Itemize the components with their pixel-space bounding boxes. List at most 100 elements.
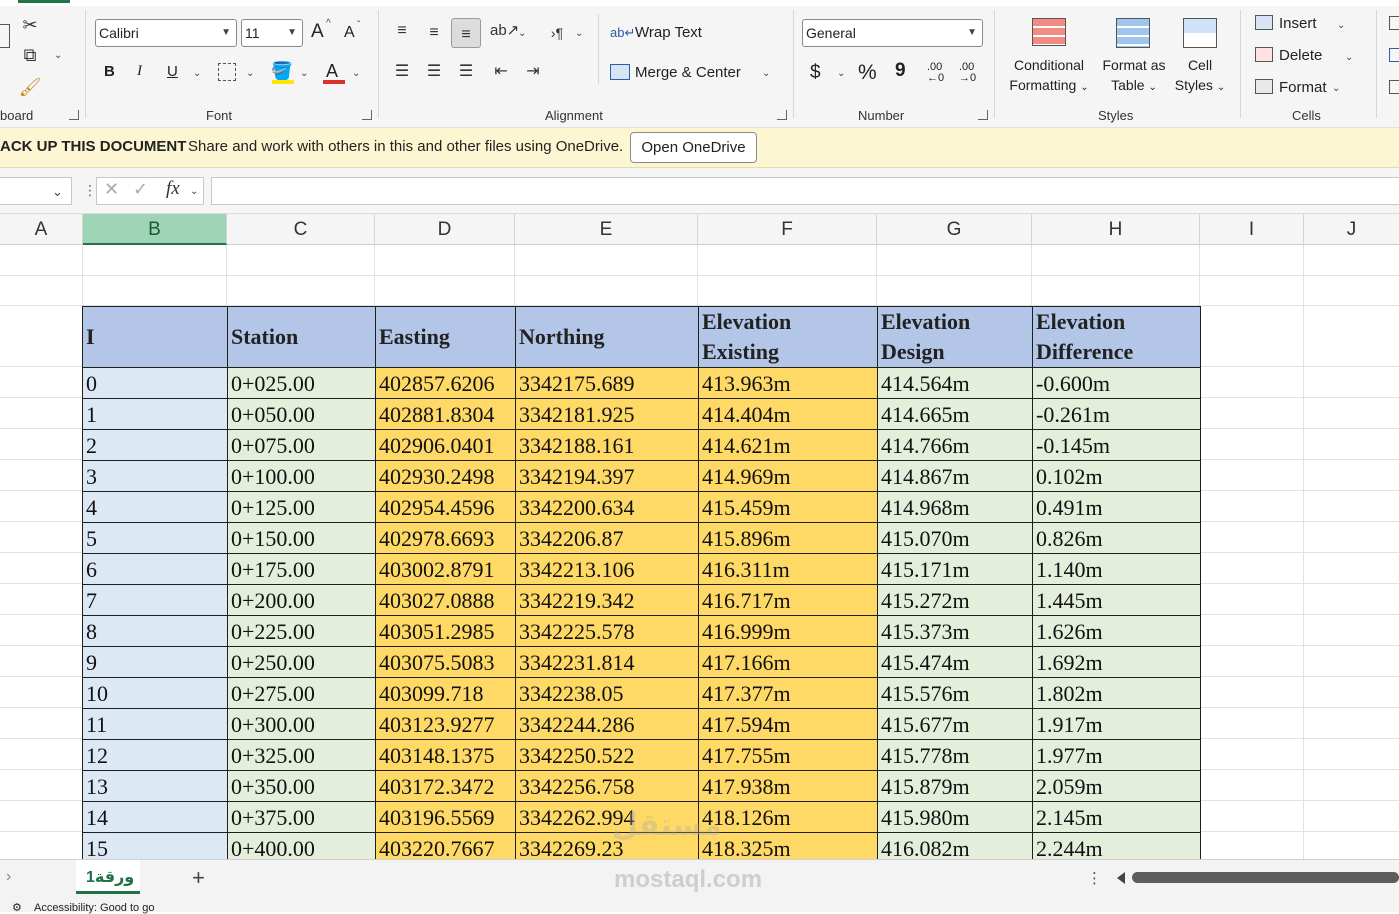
- cell-easting[interactable]: 402857.6206: [375, 367, 516, 399]
- cell-index[interactable]: 0: [82, 367, 228, 399]
- cell-elevation-design[interactable]: 415.474m: [877, 646, 1033, 678]
- cell-easting[interactable]: 403123.9277: [375, 708, 516, 740]
- enter-icon[interactable]: ✓: [133, 179, 148, 200]
- decrease-decimal-button[interactable]: .00 →0: [959, 62, 976, 84]
- cell-elevation-design[interactable]: 415.879m: [877, 770, 1033, 802]
- decrease-indent-icon[interactable]: ⇤: [490, 61, 512, 83]
- cell-northing[interactable]: 3342238.05: [515, 677, 699, 709]
- cell-index[interactable]: 7: [82, 584, 228, 616]
- name-box-dropdown-icon[interactable]: ⌄: [52, 184, 63, 200]
- cell-elevation-difference[interactable]: 2.145m: [1032, 801, 1201, 833]
- cell-elevation-difference[interactable]: 0.102m: [1032, 460, 1201, 492]
- cell-elevation-difference[interactable]: 0.826m: [1032, 522, 1201, 554]
- cell-elevation-design[interactable]: 416.082m: [877, 832, 1033, 859]
- cell-elevation-existing[interactable]: 417.938m: [698, 770, 878, 802]
- header-cell-northing[interactable]: Northing: [515, 306, 699, 368]
- font-color-button[interactable]: A: [326, 61, 338, 82]
- format-as-table-icon[interactable]: [1116, 18, 1150, 48]
- cut-icon[interactable]: ✂: [18, 14, 42, 36]
- cell-elevation-difference[interactable]: 1.140m: [1032, 553, 1201, 585]
- cell-easting[interactable]: 403220.7667: [375, 832, 516, 859]
- worksheet-grid[interactable]: I Station Easting Northing Elevation Exis…: [0, 245, 1399, 859]
- cell-station[interactable]: 0+075.00: [227, 429, 376, 461]
- cell-elevation-existing[interactable]: 417.594m: [698, 708, 878, 740]
- align-top-icon[interactable]: ≡: [391, 20, 413, 42]
- wrap-text-icon[interactable]: ab↵: [610, 22, 635, 44]
- cell-elevation-difference[interactable]: -0.145m: [1032, 429, 1201, 461]
- column-header-a[interactable]: A: [0, 214, 83, 245]
- increase-decimal-button[interactable]: .00 ←0: [927, 62, 944, 84]
- cell-easting[interactable]: 403027.0888: [375, 584, 516, 616]
- cell-elevation-existing[interactable]: 417.166m: [698, 646, 878, 678]
- clipboard-launcher-icon[interactable]: [69, 110, 79, 120]
- borders-icon[interactable]: [218, 63, 236, 81]
- cell-styles-icon[interactable]: [1183, 18, 1217, 48]
- cell-easting[interactable]: 403172.3472: [375, 770, 516, 802]
- cell-station[interactable]: 0+150.00: [227, 522, 376, 554]
- cell-elevation-difference[interactable]: -0.261m: [1032, 398, 1201, 430]
- cell-elevation-design[interactable]: 414.665m: [877, 398, 1033, 430]
- cell-elevation-design[interactable]: 414.564m: [877, 367, 1033, 399]
- cell-elevation-design[interactable]: 414.968m: [877, 491, 1033, 523]
- cell-easting[interactable]: 403075.5083: [375, 646, 516, 678]
- orientation-icon[interactable]: ab↗: [490, 20, 519, 42]
- fill-icon[interactable]: [1389, 48, 1399, 62]
- column-header-g[interactable]: G: [877, 214, 1032, 245]
- cell-index[interactable]: 11: [82, 708, 228, 740]
- format-icon[interactable]: [1255, 79, 1273, 94]
- comma-style-button[interactable]: 9: [895, 60, 906, 82]
- number-launcher-icon[interactable]: [978, 110, 988, 120]
- scroll-left-icon[interactable]: [1117, 872, 1125, 884]
- merge-center-button[interactable]: Merge & Center: [635, 64, 741, 81]
- more-options-icon[interactable]: ⋮: [83, 182, 97, 199]
- insert-dropdown-icon[interactable]: ⌄: [1337, 20, 1345, 31]
- cell-elevation-difference[interactable]: -0.600m: [1032, 367, 1201, 399]
- number-format-combo[interactable]: General ▼: [802, 19, 983, 47]
- font-color-dropdown-icon[interactable]: ⌄: [352, 68, 360, 79]
- cell-elevation-difference[interactable]: 2.059m: [1032, 770, 1201, 802]
- cancel-icon[interactable]: ✕: [104, 179, 119, 200]
- cell-easting[interactable]: 403002.8791: [375, 553, 516, 585]
- column-header-c[interactable]: C: [227, 214, 375, 245]
- cell-northing[interactable]: 3342188.161: [515, 429, 699, 461]
- cell-elevation-design[interactable]: 415.272m: [877, 584, 1033, 616]
- cell-station[interactable]: 0+050.00: [227, 398, 376, 430]
- increase-indent-icon[interactable]: ⇥: [522, 61, 544, 83]
- cell-index[interactable]: 6: [82, 553, 228, 585]
- wrap-text-button[interactable]: Wrap Text: [635, 24, 702, 41]
- cell-station[interactable]: 0+225.00: [227, 615, 376, 647]
- shrink-font-button[interactable]: A: [344, 24, 355, 42]
- orientation-dropdown-icon[interactable]: ⌄: [518, 28, 526, 39]
- cell-index[interactable]: 2: [82, 429, 228, 461]
- delete-button[interactable]: Delete: [1279, 47, 1322, 64]
- cell-elevation-existing[interactable]: 417.755m: [698, 739, 878, 771]
- borders-dropdown-icon[interactable]: ⌄: [246, 68, 254, 79]
- fill-color-icon[interactable]: 🪣: [270, 60, 294, 82]
- scroll-tabs-left-icon[interactable]: ›: [6, 868, 11, 886]
- cell-elevation-difference[interactable]: 1.802m: [1032, 677, 1201, 709]
- underline-dropdown-icon[interactable]: ⌄: [193, 68, 201, 79]
- cell-station[interactable]: 0+350.00: [227, 770, 376, 802]
- cell-station[interactable]: 0+025.00: [227, 367, 376, 399]
- cell-elevation-design[interactable]: 415.576m: [877, 677, 1033, 709]
- insert-function-button[interactable]: fx: [166, 178, 180, 200]
- more-options-icon[interactable]: ⋮: [1087, 869, 1102, 887]
- delete-dropdown-icon[interactable]: ⌄: [1345, 52, 1353, 63]
- align-right-icon[interactable]: ☰: [455, 61, 477, 83]
- conditional-formatting-icon[interactable]: [1032, 18, 1066, 46]
- cell-elevation-existing[interactable]: 414.621m: [698, 429, 878, 461]
- underline-button[interactable]: U: [167, 63, 178, 80]
- column-header-f[interactable]: F: [698, 214, 877, 245]
- cell-easting[interactable]: 402978.6693: [375, 522, 516, 554]
- cell-elevation-existing[interactable]: 415.459m: [698, 491, 878, 523]
- cell-elevation-difference[interactable]: 1.626m: [1032, 615, 1201, 647]
- cell-station[interactable]: 0+375.00: [227, 801, 376, 833]
- cell-index[interactable]: 8: [82, 615, 228, 647]
- cell-elevation-existing[interactable]: 417.377m: [698, 677, 878, 709]
- cell-northing[interactable]: 3342213.106: [515, 553, 699, 585]
- cell-northing[interactable]: 3342175.689: [515, 367, 699, 399]
- cell-elevation-existing[interactable]: 414.404m: [698, 398, 878, 430]
- cell-index[interactable]: 1: [82, 398, 228, 430]
- align-middle-icon[interactable]: ≡: [423, 22, 445, 44]
- column-header-d[interactable]: D: [375, 214, 515, 245]
